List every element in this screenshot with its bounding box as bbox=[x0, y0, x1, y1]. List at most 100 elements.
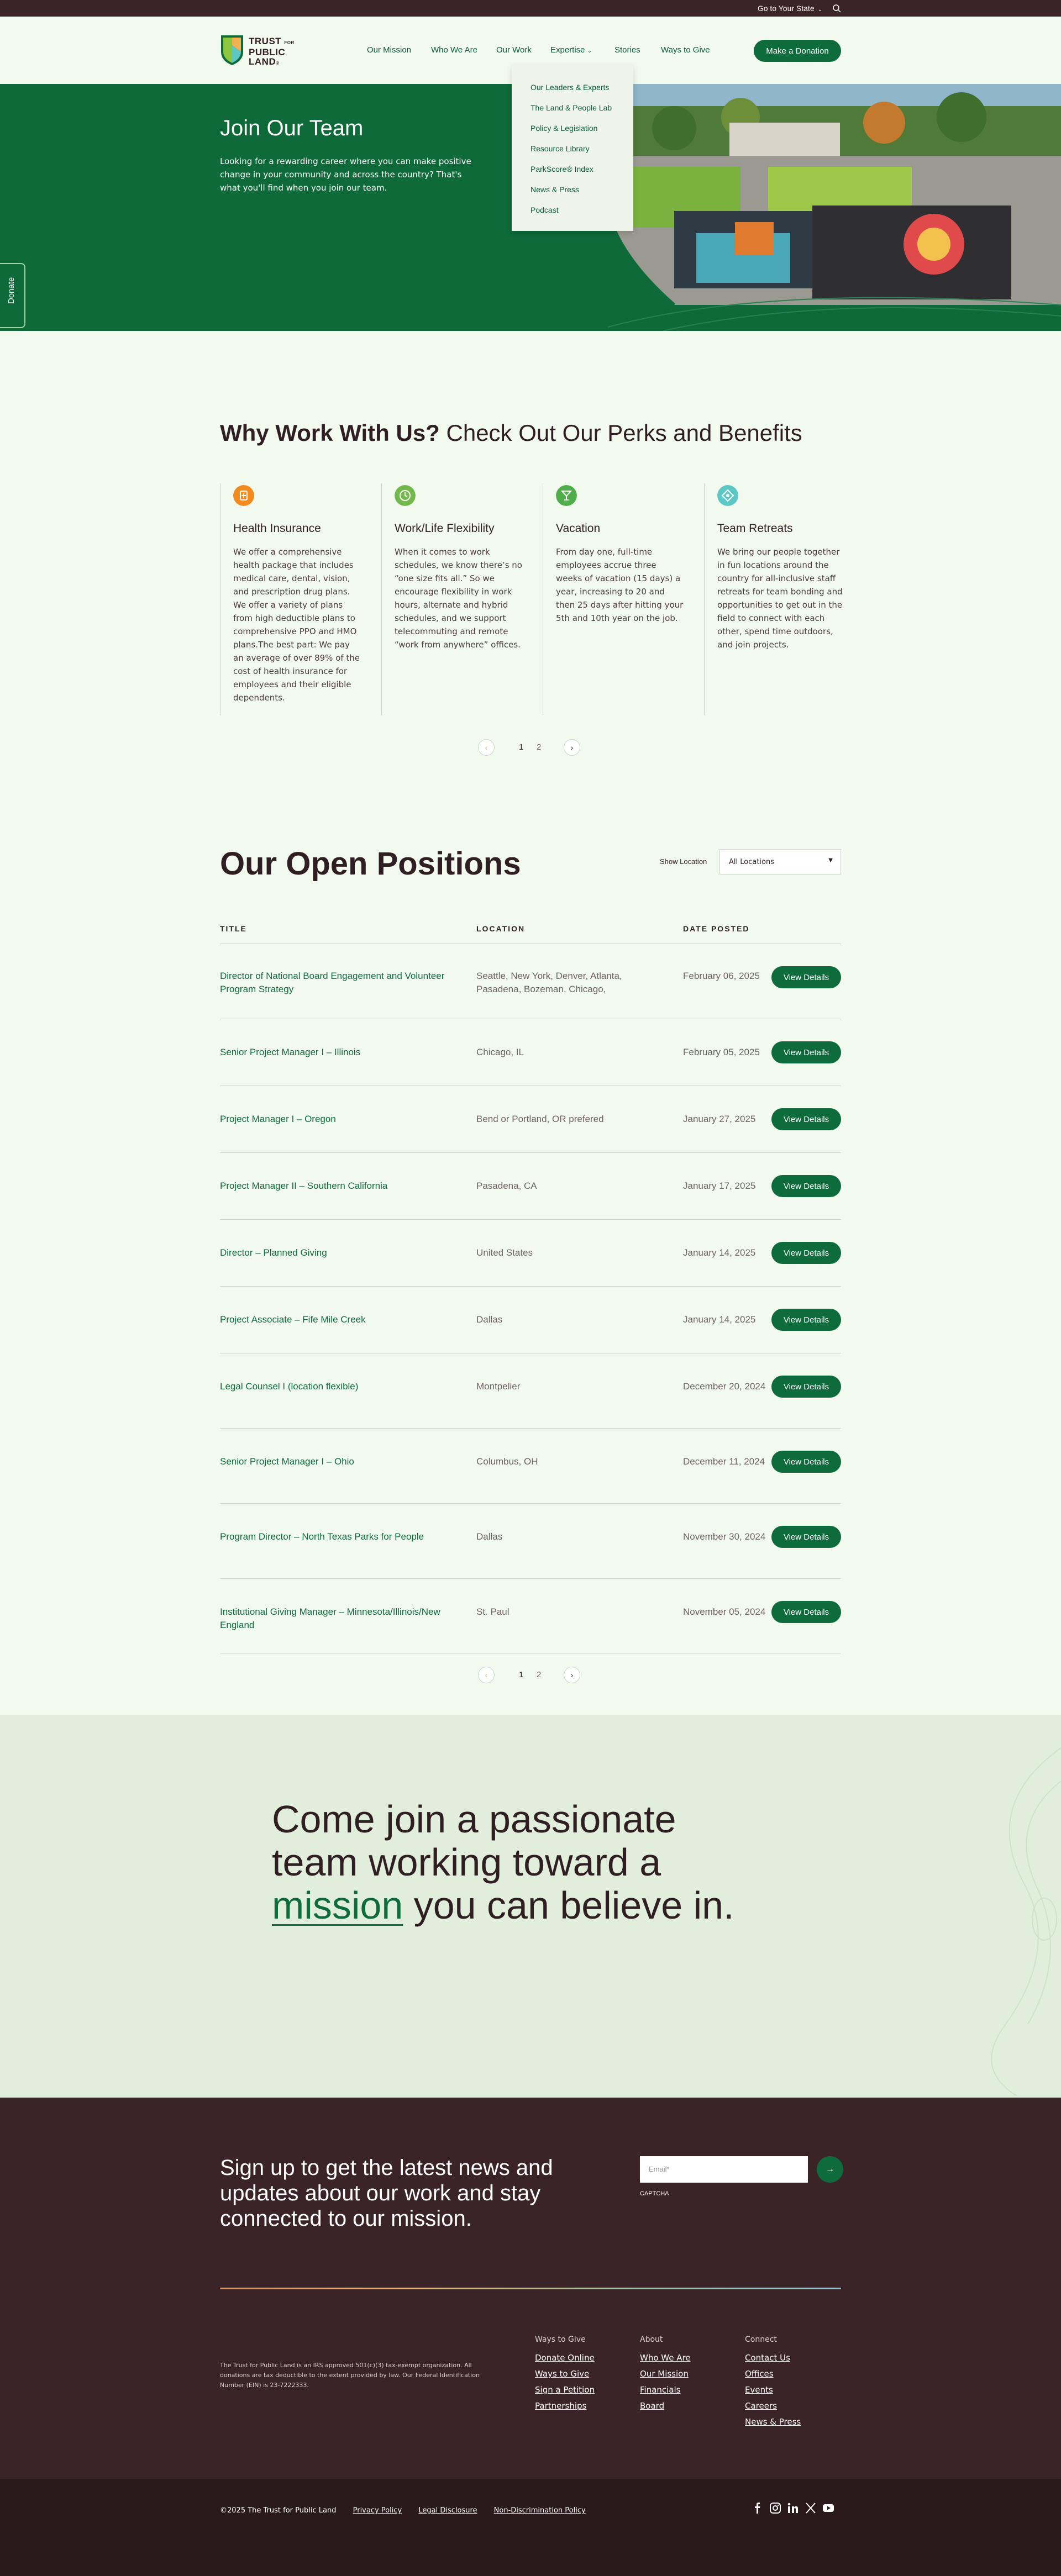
footer-link[interactable]: Our Mission bbox=[640, 2369, 691, 2379]
linkedin-icon[interactable] bbox=[787, 2502, 799, 2514]
perk-card: Health Insurance We offer a comprehensiv… bbox=[220, 483, 381, 715]
dropdown-resource-library[interactable]: Resource Library bbox=[530, 144, 590, 153]
footer-link[interactable]: Partnerships bbox=[535, 2401, 595, 2411]
youtube-icon[interactable] bbox=[822, 2502, 834, 2514]
footer-link[interactable]: Ways to Give bbox=[535, 2369, 595, 2379]
email-field[interactable]: Email* bbox=[640, 2156, 808, 2183]
footer-link[interactable]: Offices bbox=[745, 2369, 801, 2379]
view-details-button[interactable]: View Details bbox=[771, 966, 841, 988]
nav-our-mission[interactable]: Our Mission bbox=[367, 45, 411, 55]
mission-cta-section: Come join a passionate team working towa… bbox=[0, 1715, 1061, 2098]
dropdown-our-leaders[interactable]: Our Leaders & Experts bbox=[530, 83, 609, 92]
instagram-icon[interactable] bbox=[769, 2502, 781, 2514]
next-page-button[interactable]: › bbox=[564, 739, 580, 756]
perk-text: We bring our people together in fun loca… bbox=[717, 547, 843, 650]
page-link[interactable]: 2 bbox=[537, 742, 541, 752]
go-to-state-label: Go to Your State bbox=[757, 4, 815, 13]
chevron-right-icon: › bbox=[570, 1671, 574, 1679]
privacy-policy-link[interactable]: Privacy Policy bbox=[353, 2506, 402, 2515]
view-details-button[interactable]: View Details bbox=[771, 1526, 841, 1548]
copyright-text: ©2025 The Trust for Public Land bbox=[220, 2506, 337, 2515]
page-link[interactable]: 1 bbox=[519, 742, 523, 752]
next-page-button[interactable]: › bbox=[564, 1667, 580, 1683]
job-date: January 27, 2025 bbox=[683, 1114, 756, 1124]
site-footer: Sign up to get the latest news and updat… bbox=[0, 2098, 1061, 2479]
job-title-link[interactable]: Project Manager I – Oregon bbox=[220, 1113, 452, 1126]
nav-expertise[interactable]: Expertise ⌄ bbox=[550, 45, 592, 55]
view-details-button[interactable]: View Details bbox=[771, 1601, 841, 1623]
perks-title-rest: Check Out Our Perks and Benefits bbox=[439, 420, 802, 446]
dropdown-land-people-lab[interactable]: The Land & People Lab bbox=[530, 103, 612, 112]
job-location: Chicago, IL bbox=[476, 1047, 524, 1057]
view-details-button[interactable]: View Details bbox=[771, 1175, 841, 1197]
job-title-link[interactable]: Director – Planned Giving bbox=[220, 1246, 452, 1260]
x-icon[interactable] bbox=[805, 2502, 817, 2514]
dropdown-podcast[interactable]: Podcast bbox=[530, 206, 559, 214]
perks-pagination: ‹ 1 2 › bbox=[478, 737, 583, 757]
job-title-link[interactable]: Project Associate – Fife Mile Creek bbox=[220, 1313, 452, 1326]
footer-link[interactable]: Who We Are bbox=[640, 2353, 691, 2363]
page-link[interactable]: 2 bbox=[537, 1670, 541, 1679]
footer-link[interactable]: Events bbox=[745, 2385, 801, 2395]
logo-mark-icon bbox=[221, 35, 243, 65]
cta-line-2: team working toward a bbox=[272, 1841, 661, 1884]
side-donate-tab[interactable]: Donate bbox=[0, 263, 25, 328]
job-title-link[interactable]: Senior Project Manager I – Ohio bbox=[220, 1455, 452, 1468]
perk-card: Team Retreats We bring our people togeth… bbox=[704, 483, 865, 715]
view-details-button[interactable]: View Details bbox=[771, 1108, 841, 1130]
job-title-link[interactable]: Project Manager II – Southern California bbox=[220, 1179, 452, 1193]
make-donation-button[interactable]: Make a Donation bbox=[754, 40, 841, 62]
job-date: December 11, 2024 bbox=[683, 1456, 765, 1467]
prev-page-button[interactable]: ‹ bbox=[478, 1667, 495, 1683]
footer-link[interactable]: Contact Us bbox=[745, 2353, 801, 2363]
footer-column-heading: Connect bbox=[745, 2335, 777, 2344]
nav-our-work[interactable]: Our Work bbox=[496, 45, 532, 55]
submit-email-button[interactable]: → bbox=[817, 2156, 843, 2183]
location-select[interactable]: All Locations ▼ bbox=[719, 849, 841, 875]
view-details-button[interactable]: View Details bbox=[771, 1451, 841, 1473]
view-details-button[interactable]: View Details bbox=[771, 1376, 841, 1398]
search-icon[interactable] bbox=[832, 4, 841, 13]
footer-link[interactable]: News & Press bbox=[745, 2417, 801, 2427]
facebook-icon[interactable] bbox=[752, 2502, 764, 2514]
view-details-button[interactable]: View Details bbox=[771, 1041, 841, 1063]
job-title-link[interactable]: Institutional Giving Manager – Minnesota… bbox=[220, 1605, 452, 1632]
footer-divider bbox=[220, 2288, 841, 2289]
nav-stories[interactable]: Stories bbox=[614, 45, 640, 55]
nav-ways-to-give[interactable]: Ways to Give bbox=[661, 45, 710, 55]
legal-disclosure-link[interactable]: Legal Disclosure bbox=[418, 2506, 477, 2515]
job-location: Columbus, OH bbox=[476, 1456, 538, 1467]
dropdown-parkscore-index[interactable]: ParkScore® Index bbox=[530, 165, 593, 173]
footer-link[interactable]: Board bbox=[640, 2401, 691, 2411]
go-to-state-link[interactable]: Go to Your State ⌄ bbox=[758, 4, 822, 13]
footer-link[interactable]: Sign a Petition bbox=[535, 2385, 595, 2395]
retreat-icon bbox=[717, 485, 738, 506]
footer-link[interactable]: Careers bbox=[745, 2401, 801, 2411]
view-details-button[interactable]: View Details bbox=[771, 1309, 841, 1331]
prev-page-button[interactable]: ‹ bbox=[478, 739, 495, 756]
nav-who-we-are[interactable]: Who We Are bbox=[431, 45, 477, 55]
job-title-link[interactable]: Senior Project Manager I – Illinois bbox=[220, 1046, 452, 1059]
job-date: December 20, 2024 bbox=[683, 1381, 766, 1392]
table-row: Institutional Giving Manager – Minnesota… bbox=[220, 1578, 841, 1653]
medical-icon bbox=[233, 485, 254, 506]
table-row: Senior Project Manager I – Ohio Columbus… bbox=[220, 1428, 841, 1503]
dropdown-news-press[interactable]: News & Press bbox=[530, 185, 579, 194]
dropdown-policy-legislation[interactable]: Policy & Legislation bbox=[530, 124, 597, 133]
job-location: Pasadena, CA bbox=[476, 1181, 537, 1191]
job-location: Montpelier bbox=[476, 1381, 521, 1392]
job-title-link[interactable]: Program Director – North Texas Parks for… bbox=[220, 1530, 452, 1544]
perk-text: From day one, full-time employees accrue… bbox=[556, 547, 684, 623]
footer-link[interactable]: Financials bbox=[640, 2385, 691, 2395]
site-logo[interactable]: TRUST FOR PUBLIC LAND® bbox=[220, 33, 325, 66]
job-date: February 06, 2025 bbox=[683, 971, 760, 981]
job-title-link[interactable]: Director of National Board Engagement an… bbox=[220, 970, 452, 996]
footer-column-heading: About bbox=[640, 2335, 663, 2344]
expertise-dropdown-menu: Our Leaders & Experts The Land & People … bbox=[512, 65, 633, 231]
non-discrimination-link[interactable]: Non-Discrimination Policy bbox=[494, 2506, 586, 2515]
view-details-button[interactable]: View Details bbox=[771, 1242, 841, 1264]
job-title-link[interactable]: Legal Counsel I (location flexible) bbox=[220, 1380, 452, 1393]
mission-link[interactable]: mission bbox=[272, 1884, 403, 1927]
footer-link[interactable]: Donate Online bbox=[535, 2353, 595, 2363]
page-link[interactable]: 1 bbox=[519, 1670, 523, 1679]
